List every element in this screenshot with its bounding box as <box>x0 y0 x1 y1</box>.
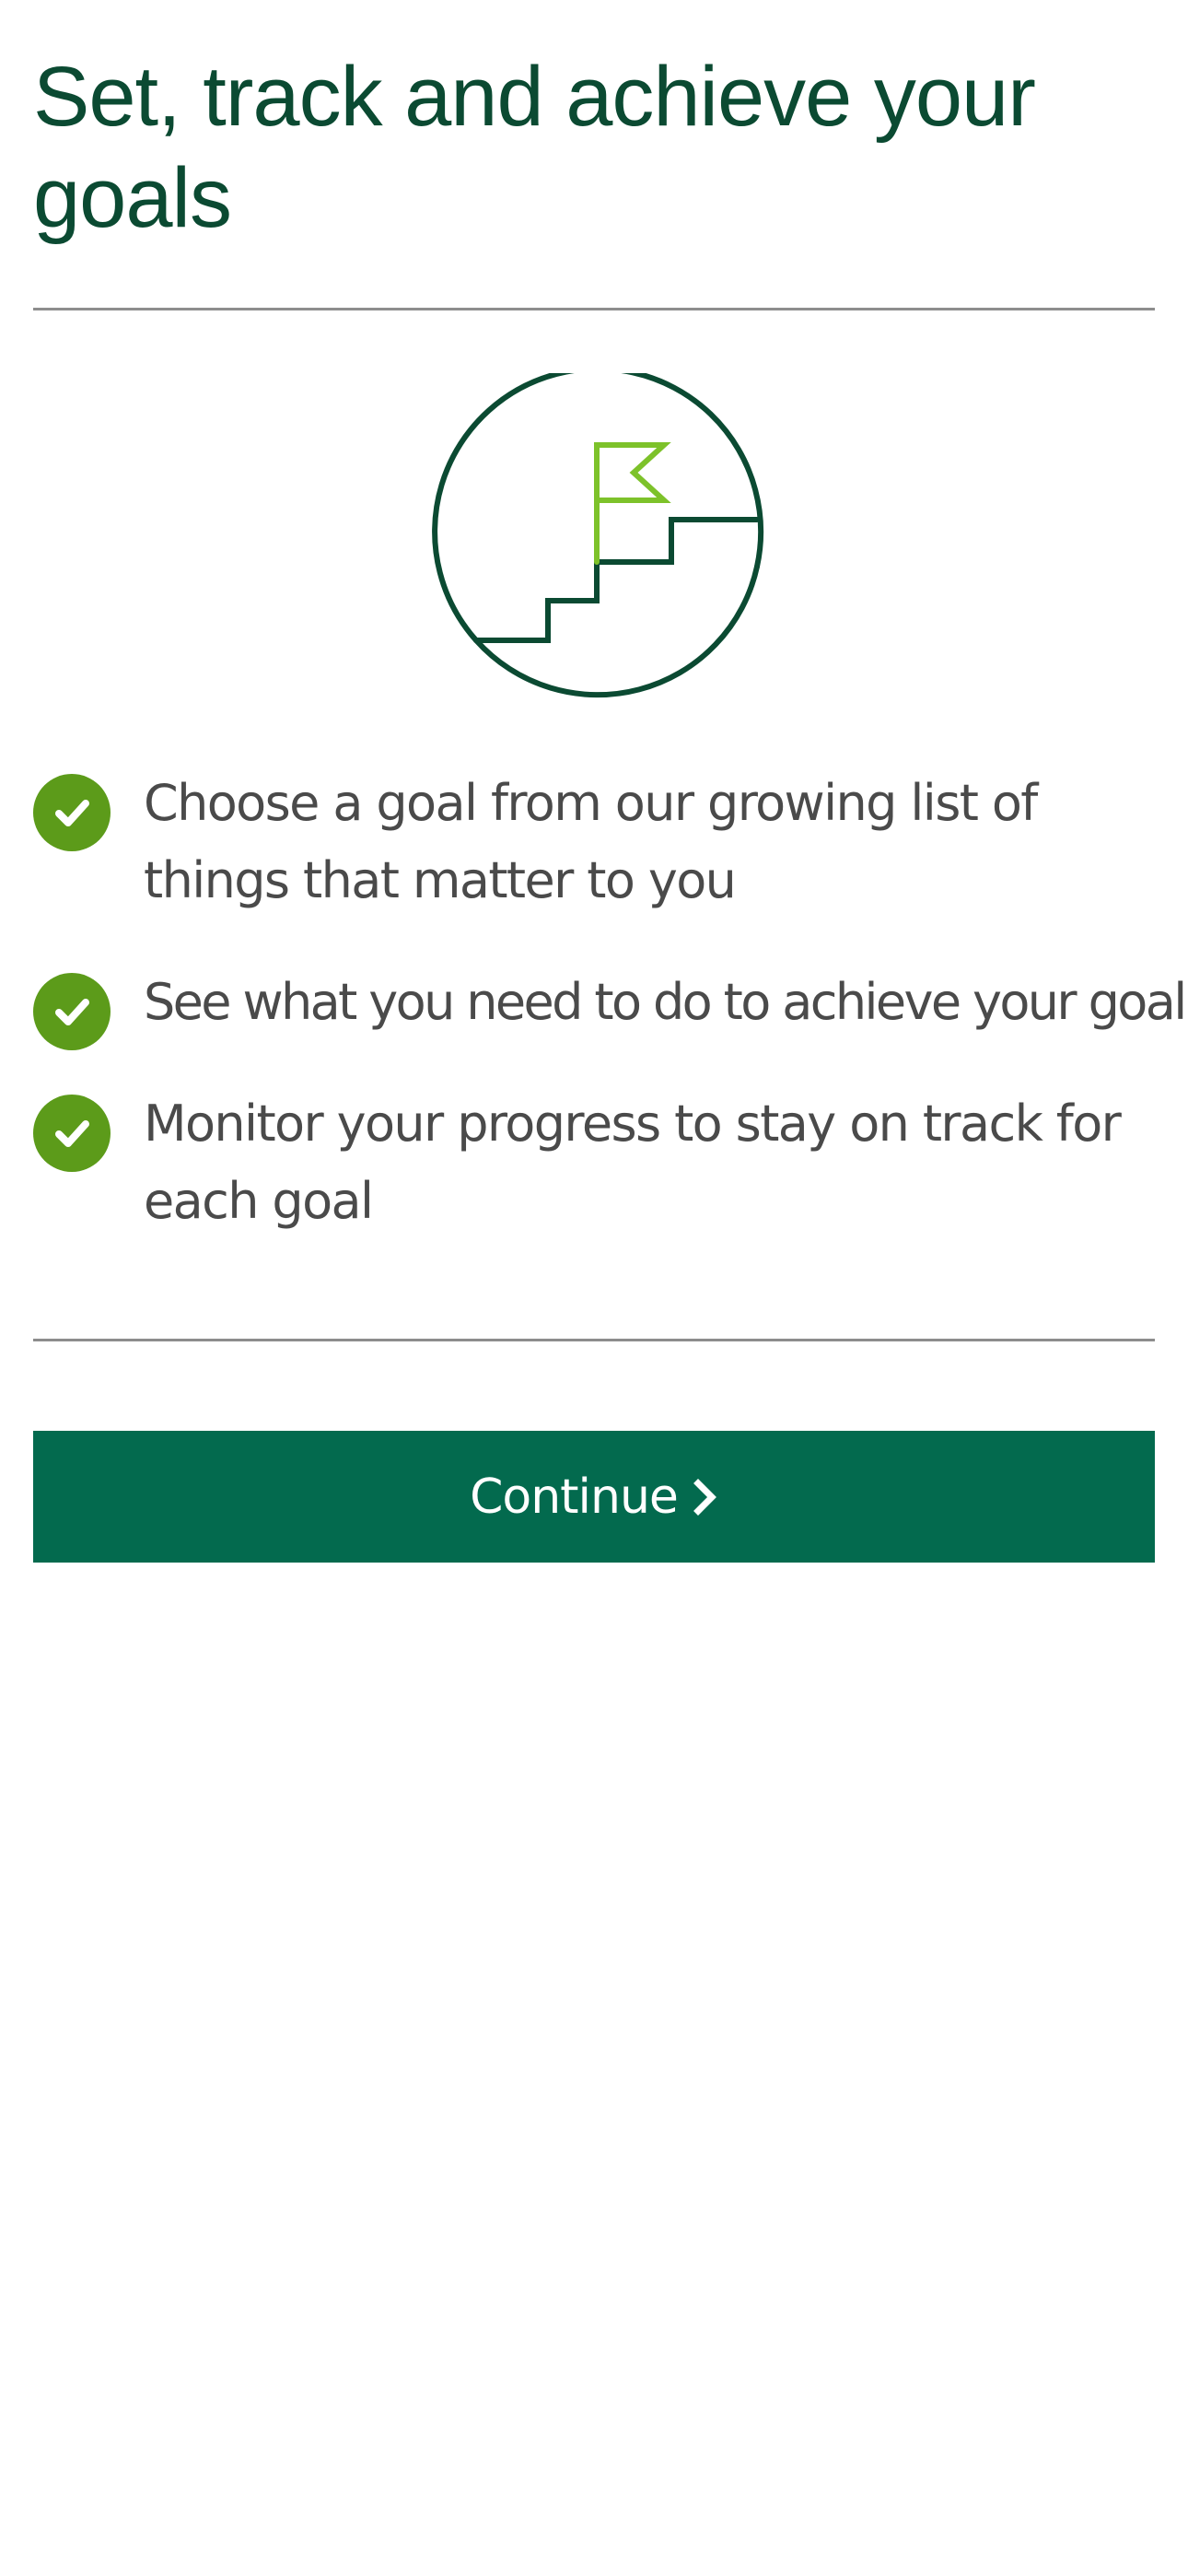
feature-list: Choose a goal from our growing list of t… <box>33 765 1187 1284</box>
feature-text: Choose a goal from our growing list of t… <box>144 774 1038 909</box>
feature-text: Monitor your progress to stay on track f… <box>144 1095 1122 1230</box>
chevron-right-icon <box>693 1478 716 1516</box>
goal-stairs-flag-icon <box>432 373 764 698</box>
divider-top <box>33 308 1155 310</box>
continue-label: Continue <box>470 1469 679 1525</box>
check-circle-icon <box>33 774 111 851</box>
list-item: See what you need to do to achieve your … <box>33 964 1187 1050</box>
list-item: Monitor your progress to stay on track f… <box>33 1085 1155 1240</box>
onboarding-page: Set, track and achieve your goals Choose… <box>33 0 1187 1563</box>
list-item: Choose a goal from our growing list of t… <box>33 765 1155 919</box>
page-title: Set, track and achieve your goals <box>33 50 1036 245</box>
check-circle-icon <box>33 973 111 1050</box>
continue-button[interactable]: Continue <box>33 1431 1155 1563</box>
check-circle-icon <box>33 1095 111 1172</box>
feature-text: See what you need to do to achieve your … <box>144 973 1187 1031</box>
divider-bottom <box>33 1339 1155 1341</box>
